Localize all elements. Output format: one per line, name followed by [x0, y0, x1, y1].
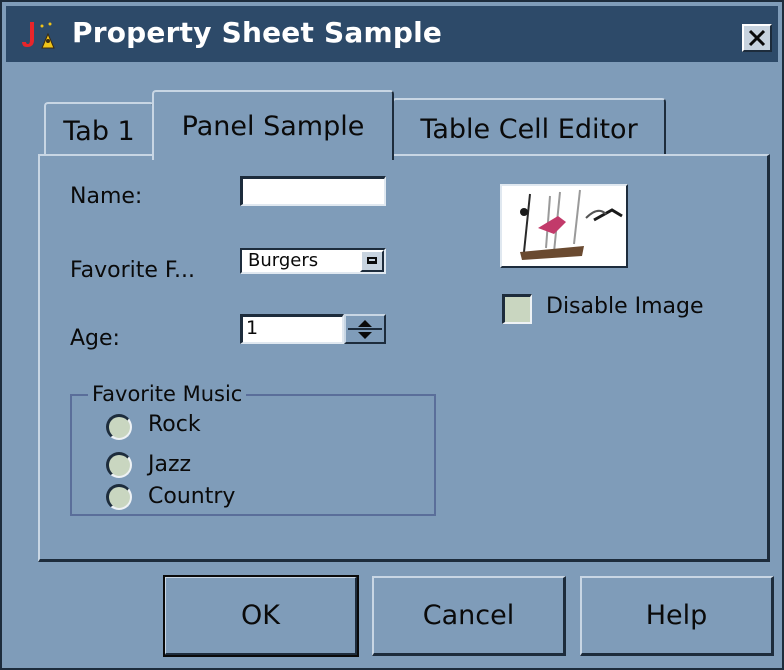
favorite-food-value: Burgers [248, 250, 319, 271]
title-bar[interactable]: Property Sheet Sample [6, 6, 778, 62]
cancel-button[interactable]: Cancel [372, 576, 566, 656]
radio-jazz-label: Jazz [148, 452, 192, 477]
tab-panel-join [154, 154, 390, 158]
favorite-food-dropdown[interactable]: Burgers [240, 248, 386, 274]
window-title: Property Sheet Sample [72, 16, 443, 49]
disable-image-checkbox[interactable] [502, 294, 532, 324]
property-sheet-window: Property Sheet Sample Tab 1 Table Cell E… [0, 0, 784, 670]
music-notes-image [502, 186, 626, 266]
radio-country[interactable] [106, 484, 132, 510]
radio-jazz[interactable] [106, 452, 132, 478]
close-button[interactable] [742, 24, 772, 52]
age-field[interactable]: 1 [240, 314, 344, 344]
age-label: Age: [70, 326, 120, 351]
radio-country-label: Country [148, 484, 236, 509]
favorite-music-title: Favorite Music [88, 382, 247, 406]
tab-table-cell-editor[interactable]: Table Cell Editor [392, 98, 666, 158]
chevron-down-icon [367, 257, 377, 264]
radio-rock-label: Rock [148, 412, 201, 437]
name-field[interactable] [240, 176, 386, 206]
spinner-arrows-icon [348, 320, 382, 339]
close-icon [748, 29, 766, 47]
name-label: Name: [70, 184, 143, 209]
favorite-food-label: Favorite F... [70, 258, 196, 283]
tab-panel-sample[interactable]: Panel Sample [152, 90, 394, 160]
java-duke-icon [20, 20, 60, 50]
ok-button[interactable]: OK [163, 575, 359, 657]
disable-image-label: Disable Image [546, 294, 704, 319]
sample-image [500, 184, 628, 268]
tab-tab-1[interactable]: Tab 1 [44, 102, 154, 158]
radio-rock[interactable] [106, 414, 132, 440]
help-button[interactable]: Help [580, 576, 774, 656]
dropdown-arrow-button[interactable] [360, 250, 384, 272]
age-spinner[interactable] [344, 314, 386, 344]
